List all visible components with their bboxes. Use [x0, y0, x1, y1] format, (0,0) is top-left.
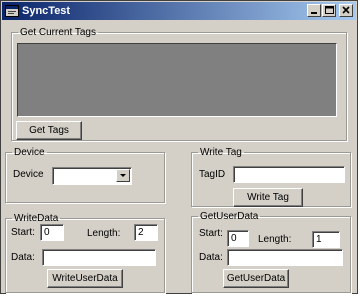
- get-user-data-button[interactable]: GetUserData: [223, 269, 289, 288]
- write-tag-button[interactable]: Write Tag: [233, 188, 303, 207]
- write-start-input[interactable]: [40, 224, 64, 241]
- minimize-icon: [311, 12, 317, 14]
- get-tags-button[interactable]: Get Tags: [16, 121, 82, 140]
- app-form-icon[interactable]: [5, 4, 19, 18]
- title-bar[interactable]: SyncTest: [2, 2, 356, 20]
- maximize-button[interactable]: [322, 4, 336, 17]
- device-legend: Device: [14, 147, 45, 158]
- get-start-input[interactable]: [227, 230, 249, 247]
- device-label: Device: [13, 169, 44, 180]
- minimize-button[interactable]: [307, 4, 321, 17]
- write-tag-legend: Write Tag: [200, 147, 242, 158]
- get-data-label: Data:: [199, 252, 223, 263]
- write-data-input[interactable]: [42, 249, 156, 266]
- write-length-input[interactable]: [134, 224, 158, 241]
- device-dropdown[interactable]: [52, 167, 132, 185]
- write-data-legend: WriteData: [14, 213, 59, 224]
- tagid-label: TagID: [199, 169, 226, 180]
- get-length-input[interactable]: [312, 231, 340, 248]
- window-title: SyncTest: [22, 5, 71, 17]
- tags-listbox[interactable]: [17, 43, 337, 117]
- write-length-label: Length:: [87, 228, 121, 239]
- get-user-data-legend: GetUserData: [200, 211, 259, 222]
- dropdown-arrow-button[interactable]: [116, 169, 130, 182]
- write-data-label: Data:: [11, 252, 35, 263]
- maximize-icon: [325, 6, 334, 14]
- chevron-down-icon: [120, 174, 126, 177]
- get-length-label: Length:: [258, 234, 292, 245]
- close-button[interactable]: [339, 4, 353, 17]
- synctest-window: SyncTest Get Current Tags Get Tags Devic…: [0, 0, 358, 294]
- get-start-label: Start:: [199, 228, 223, 239]
- get-data-input[interactable]: [227, 249, 343, 266]
- tagid-input[interactable]: [233, 166, 345, 183]
- get-current-tags-legend: Get Current Tags: [20, 27, 96, 38]
- write-user-data-button[interactable]: WriteUserData: [47, 269, 123, 288]
- close-icon: [342, 6, 350, 14]
- write-start-label: Start:: [11, 227, 35, 238]
